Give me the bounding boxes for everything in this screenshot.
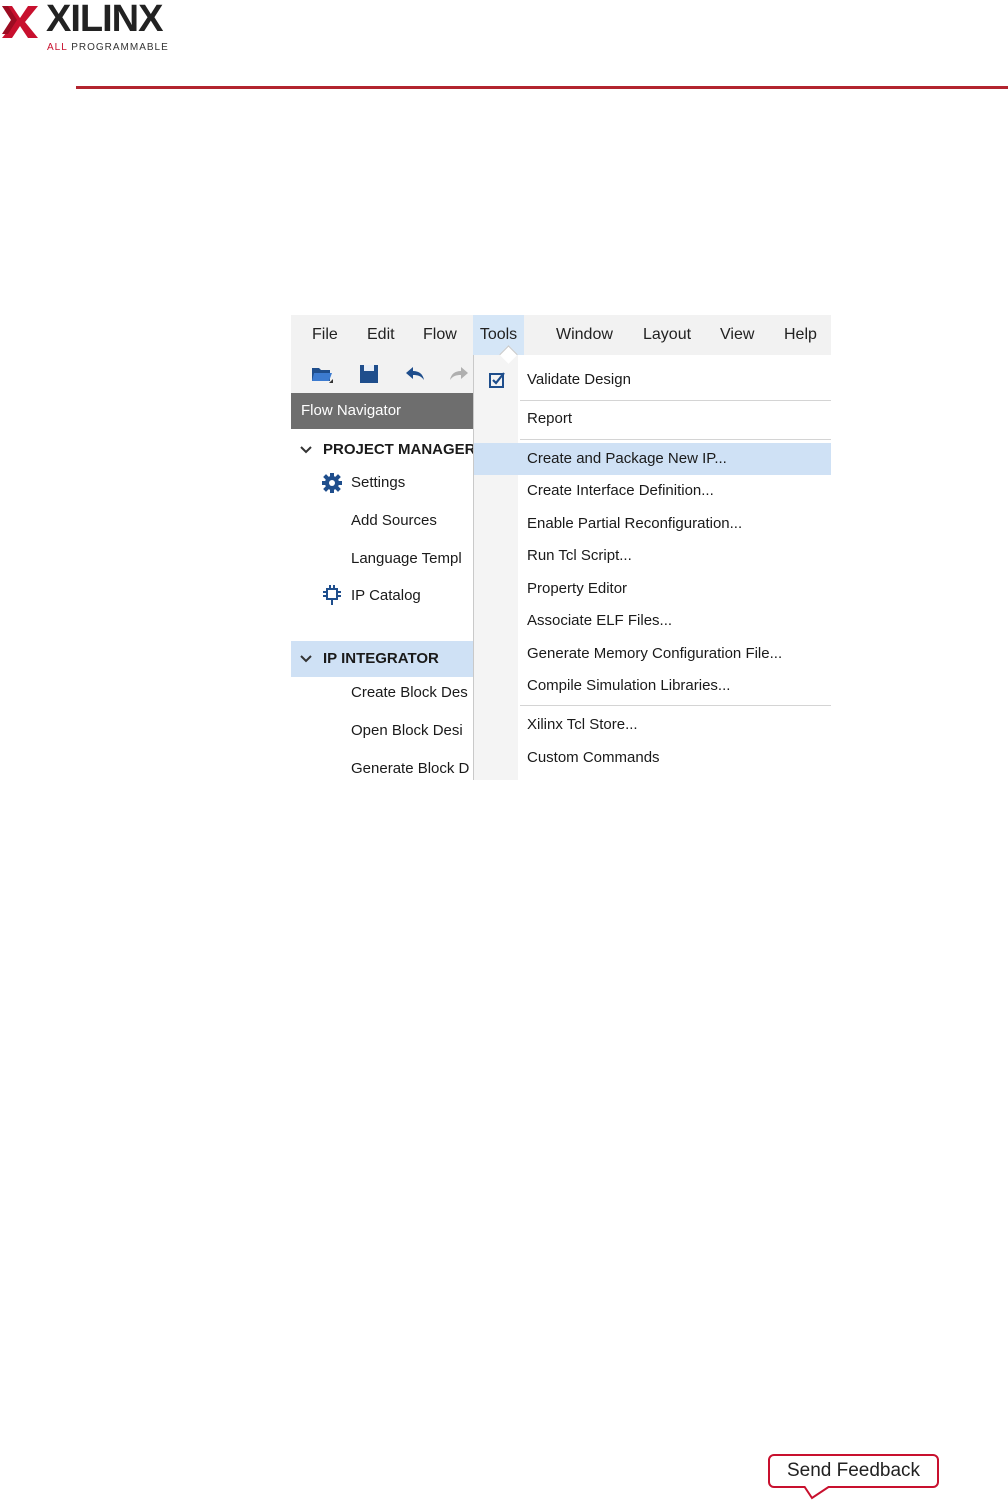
chevron-down-icon	[299, 432, 313, 482]
menu-item-associate-elf-files[interactable]: Associate ELF Files...	[474, 605, 831, 637]
save-icon[interactable]	[358, 363, 380, 385]
nav-item-language-templates[interactable]: Language Templ	[351, 544, 462, 574]
menu-item-generate-memory-configuration-file[interactable]: Generate Memory Configuration File...	[474, 638, 831, 670]
nav-item-create-block-design[interactable]: Create Block Des	[351, 678, 468, 708]
menu-separator	[520, 439, 831, 440]
redo-icon[interactable]	[448, 363, 470, 385]
menu-tools[interactable]: Tools	[473, 315, 524, 355]
menu-item-xilinx-tcl-store[interactable]: Xilinx Tcl Store...	[474, 709, 831, 741]
nav-item-ip-catalog[interactable]: IP Catalog	[351, 581, 421, 611]
tools-menu-dropdown: Validate Design Report Create and Packag…	[473, 345, 831, 780]
menu-item-enable-partial-reconfiguration[interactable]: Enable Partial Reconfiguration...	[474, 508, 831, 540]
menu-item-validate-design[interactable]: Validate Design	[474, 364, 831, 396]
nav-item-generate-block-design[interactable]: Generate Block D	[351, 754, 469, 780]
header-rule	[76, 86, 1008, 89]
flow-navigator-panel: PROJECT MANAGER Settings Add Sources Lan…	[291, 429, 473, 780]
flow-navigator-header: Flow Navigator	[291, 393, 473, 429]
menu-item-create-and-package-new-ip[interactable]: Create and Package New IP...	[474, 443, 831, 475]
xilinx-logo: XILINX ALL PROGRAMMABLE	[2, 0, 182, 58]
menu-item-run-tcl-script[interactable]: Run Tcl Script...	[474, 540, 831, 572]
nav-item-add-sources[interactable]: Add Sources	[351, 506, 437, 536]
menu-item-compile-simulation-libraries[interactable]: Compile Simulation Libraries...	[474, 670, 831, 702]
chevron-down-icon	[299, 641, 313, 691]
open-folder-icon[interactable]	[311, 363, 333, 385]
menu-separator	[520, 400, 831, 401]
feedback-bubble-tail	[803, 1486, 831, 1500]
menu-item-report[interactable]: Report	[474, 403, 831, 435]
menu-layout[interactable]: Layout	[629, 315, 705, 355]
menu-view[interactable]: View	[706, 315, 768, 355]
vivado-screenshot: File Edit Flow Tools Window Layout View …	[291, 315, 831, 780]
menu-flow[interactable]: Flow	[409, 315, 471, 355]
section-project-manager[interactable]: PROJECT MANAGER	[291, 432, 473, 468]
menu-item-property-editor[interactable]: Property Editor	[474, 573, 831, 605]
ip-catalog-icon	[323, 585, 341, 605]
menu-item-custom-commands[interactable]: Custom Commands	[474, 742, 831, 774]
send-feedback-button[interactable]: Send Feedback	[768, 1454, 939, 1488]
xilinx-logo-mark-icon	[2, 6, 38, 38]
undo-icon[interactable]	[404, 363, 426, 385]
section-ip-integrator[interactable]: IP INTEGRATOR	[291, 641, 473, 677]
menu-file[interactable]: File	[298, 315, 352, 355]
nav-item-settings[interactable]: Settings	[351, 468, 405, 498]
menu-item-create-interface-definition[interactable]: Create Interface Definition...	[474, 475, 831, 507]
logo-wordmark: XILINX	[46, 0, 163, 40]
nav-item-open-block-design[interactable]: Open Block Desi	[351, 716, 463, 746]
menu-help[interactable]: Help	[770, 315, 831, 355]
menu-window[interactable]: Window	[542, 315, 627, 355]
menu-edit[interactable]: Edit	[353, 315, 409, 355]
menu-separator	[520, 705, 831, 706]
logo-tagline: ALL PROGRAMMABLE	[47, 42, 169, 53]
gear-icon	[322, 473, 342, 493]
menu-bar: File Edit Flow Tools Window Layout View …	[291, 315, 831, 355]
